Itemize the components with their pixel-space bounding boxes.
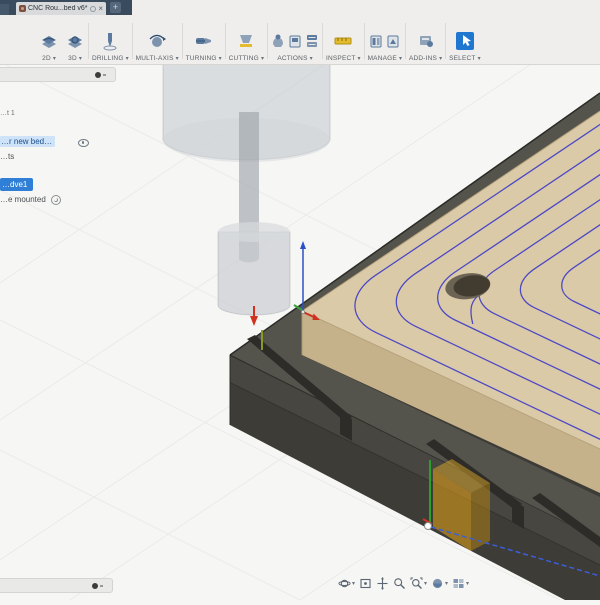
zoom-button[interactable]: [393, 577, 406, 590]
toolbar-group-2d[interactable]: 2D ▾: [36, 15, 62, 62]
new-tab-button[interactable]: +: [110, 2, 121, 13]
2d-toolpath-icon: [42, 36, 56, 48]
active-operation-button[interactable]: …dve1: [0, 178, 34, 191]
measure-icon: [334, 37, 352, 45]
orbit-icon: [338, 579, 351, 588]
ribbon-toolbar: 2D ▾ 3D ▾ DRILLING ▾ MULTI-AXIS ▾ TURNING ▾ C…: [0, 15, 600, 65]
browser-handle-icon: [95, 71, 106, 78]
pan-button[interactable]: [376, 577, 389, 590]
document-icon: [19, 5, 26, 12]
toolbar-group-cutting[interactable]: CUTTING ▾: [226, 15, 267, 62]
annotation-icon: [50, 195, 61, 205]
viewport-canvas[interactable]: [0, 0, 600, 601]
toolbar-group-actions[interactable]: ACTIONS ▾: [268, 15, 322, 62]
toolbar-group-select[interactable]: SELECT ▾: [446, 15, 484, 62]
toolbar-group-drilling[interactable]: DRILLING ▾: [89, 15, 132, 62]
toolbar-group-turning[interactable]: TURNING ▾: [183, 15, 225, 62]
browser-handle[interactable]: [0, 67, 116, 82]
toolbar-group-inspect[interactable]: INSPECT ▾: [323, 15, 364, 62]
timeline-handle[interactable]: [0, 578, 113, 593]
cutting-icon: [240, 35, 253, 47]
previous-tab-edge[interactable]: [0, 4, 9, 15]
fit-button[interactable]: ▾: [410, 577, 427, 590]
simulate-icon: [272, 34, 283, 47]
view-navigation-bar: ▾ ▾ ▾ ▾: [338, 577, 469, 590]
viewports-button[interactable]: ▾: [452, 577, 469, 590]
multi-axis-icon: [149, 34, 167, 47]
visibility-eye-icon[interactable]: [78, 139, 89, 147]
browser-item-clipped[interactable]: …t 1: [0, 110, 15, 117]
viewports-icon: [453, 579, 464, 588]
browser-item-children[interactable]: …ts: [0, 152, 14, 161]
toolbar-group-3d[interactable]: 3D ▾: [62, 15, 88, 62]
zoom-icon: [394, 578, 406, 589]
orbit-button[interactable]: ▾: [338, 577, 355, 590]
title-bar: CNC Rou...bed v6* × +: [0, 0, 600, 15]
annotation-label: …e mounted: [0, 195, 46, 205]
toolbar-group-manage[interactable]: MANAGE ▾: [365, 15, 405, 62]
pan-icon: [377, 577, 388, 590]
drilling-icon: [103, 33, 117, 51]
tab-close-button[interactable]: ×: [98, 4, 103, 13]
tab-strip: CNC Rou...bed v6* × +: [0, 0, 132, 15]
tab-status-icon: [90, 5, 97, 12]
fit-icon: [410, 577, 423, 589]
document-title: CNC Rou...bed v6*: [28, 5, 88, 12]
add-ins-icon: [419, 36, 433, 47]
display-settings-icon: [432, 578, 443, 589]
look-at-icon: [360, 578, 371, 589]
browser-item-document[interactable]: …r new bed…: [0, 136, 56, 147]
browser-document-label: …r new bed…: [1, 137, 53, 146]
display-settings-button[interactable]: ▾: [431, 577, 448, 590]
setup-sheet-icon: [306, 35, 317, 47]
look-at-button[interactable]: [359, 577, 372, 590]
tool-library-icon: [370, 35, 382, 48]
turning-icon: [195, 38, 211, 44]
cam-manage-icon: [387, 35, 399, 48]
document-tab[interactable]: CNC Rou...bed v6* ×: [16, 2, 106, 15]
browser-annotation[interactable]: …e mounted: [0, 195, 61, 205]
post-process-icon: [289, 35, 301, 48]
3d-toolpath-icon: [68, 36, 82, 48]
timeline-handle-icon: [92, 582, 103, 589]
select-icon: [455, 32, 474, 50]
toolbar-group-add-ins[interactable]: ADD-INS ▾: [406, 15, 445, 62]
toolbar-group-multi-axis[interactable]: MULTI-AXIS ▾: [133, 15, 182, 62]
